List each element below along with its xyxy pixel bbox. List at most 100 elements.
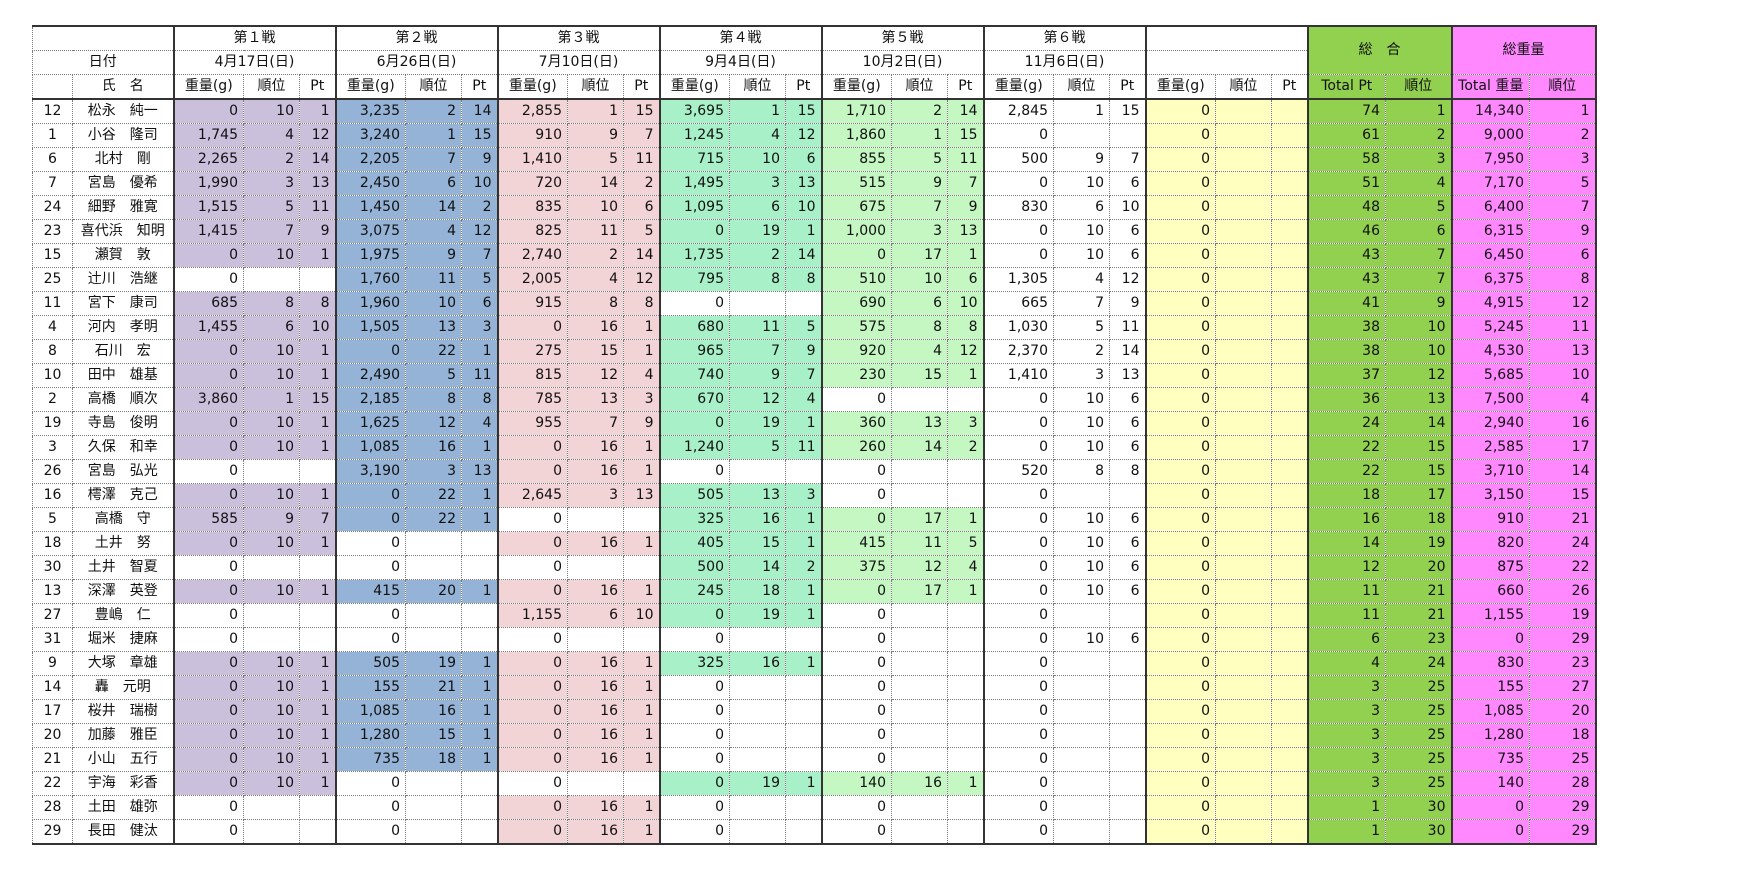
round-2-weight: 1,280: [334, 723, 406, 748]
round-7-rank: [1215, 315, 1272, 340]
name-header: 氏 名: [72, 74, 174, 100]
weight-rank: 17: [1529, 435, 1597, 460]
round-1-title: 第１戦: [172, 25, 336, 51]
round-3-weight: 2,855: [496, 98, 568, 124]
total-rank: 19: [1385, 531, 1452, 556]
player-name: 大塚 章雄: [72, 651, 174, 676]
round-1-pt: 13: [299, 171, 336, 196]
player-name: 加藤 雅臣: [72, 723, 174, 748]
total-rank: 4: [1385, 171, 1452, 196]
round-5-rank: 16: [891, 771, 948, 796]
round-6-weight: 0: [982, 507, 1054, 532]
round-2-rank: 4: [405, 219, 462, 244]
round-2-pt: [461, 771, 498, 796]
round-2-rank: [405, 555, 462, 580]
total-pt: 38: [1306, 339, 1386, 364]
total-pt: 43: [1306, 267, 1386, 292]
round-2-pt: 1: [461, 435, 498, 460]
round-1-pt: 1: [299, 339, 336, 364]
round-2-weight: 2,185: [334, 387, 406, 412]
round-3-weight: 0: [496, 507, 568, 532]
round-1-pt: [299, 795, 336, 820]
round-2-pt-header: Pt: [461, 74, 498, 100]
round-4-pt: [785, 747, 822, 772]
round-5-pt: [947, 723, 984, 748]
round-2-rank: 11: [405, 267, 462, 292]
round-4-pt: [785, 819, 822, 845]
round-7-rank: [1215, 219, 1272, 244]
round-3-weight: 955: [496, 411, 568, 436]
round-6-rank: 10: [1053, 555, 1110, 580]
round-1-weight: 0: [172, 675, 244, 700]
round-6-rank: 10: [1053, 627, 1110, 652]
total-pt: 12: [1306, 555, 1386, 580]
round-4-rank: 8: [729, 267, 786, 292]
total-rank: 25: [1385, 699, 1452, 724]
round-4-weight: 0: [658, 459, 730, 484]
round-6-weight: 0: [982, 531, 1054, 556]
round-7-pt: [1271, 723, 1308, 748]
round-4-rank: [729, 819, 786, 845]
round-3-pt: 1: [623, 723, 660, 748]
round-3-weight: 0: [496, 651, 568, 676]
round-4-rank: 18: [729, 579, 786, 604]
round-1-rank: 10: [243, 243, 300, 268]
round-7-pt: [1271, 339, 1308, 364]
round-5-weight: 0: [820, 699, 892, 724]
round-1-rank: 10: [243, 339, 300, 364]
total-rank: 1: [1385, 98, 1452, 124]
round-5-weight: 510: [820, 267, 892, 292]
round-5-weight: 0: [820, 675, 892, 700]
round-7-pt: [1271, 411, 1308, 436]
weight-total: 0: [1450, 795, 1530, 820]
round-2-rank: [405, 627, 462, 652]
round-4-weight: 1,735: [658, 243, 730, 268]
round-5-rank: 11: [891, 531, 948, 556]
table-row: 13 深澤 英登 0 10 1 415 20 1 0 16 1 245 18 1 0 17 1 0 10 6 0 11 21…: [32, 579, 1597, 604]
round-1-rank: 10: [243, 435, 300, 460]
player-name: 深澤 英登: [72, 579, 174, 604]
round-6-weight: 2,370: [982, 339, 1054, 364]
round-3-weight: 0: [496, 315, 568, 340]
round-3-rank: 16: [567, 651, 624, 676]
round-2-pt: 8: [461, 387, 498, 412]
round-5-rank: [891, 819, 948, 845]
round-6-pt: [1109, 771, 1146, 796]
round-1-pt: 1: [299, 771, 336, 796]
round-7-weight: 0: [1144, 483, 1216, 508]
round-2-rank: 18: [405, 747, 462, 772]
round-1-pt: 11: [299, 195, 336, 220]
round-2-weight: 1,760: [334, 267, 406, 292]
round-4-pt: 1: [785, 531, 822, 556]
round-3-rank: 14: [567, 171, 624, 196]
round-4-pt: [785, 723, 822, 748]
round-2-weight: 3,235: [334, 98, 406, 124]
round-6-weight: 830: [982, 195, 1054, 220]
total-rank: 30: [1385, 819, 1452, 845]
round-3-rank: 5: [567, 147, 624, 172]
round-4-pt: 1: [785, 771, 822, 796]
round-7-rank: [1215, 579, 1272, 604]
round-4-date: 9月4日(日): [658, 50, 822, 75]
round-5-rank: 4: [891, 339, 948, 364]
round-1-pt: 1: [299, 363, 336, 388]
round-7-weight: 0: [1144, 531, 1216, 556]
round-6-pt: [1109, 603, 1146, 628]
round-2-rank: 12: [405, 411, 462, 436]
round-1-rank: 9: [243, 507, 300, 532]
total-pt: 11: [1306, 603, 1386, 628]
round-6-pt: [1109, 795, 1146, 820]
round-1-rank: 2: [243, 147, 300, 172]
round-2-pt: 11: [461, 363, 498, 388]
round-7-pt: [1271, 291, 1308, 316]
round-1-rank: [243, 603, 300, 628]
round-6-title: 第６戦: [982, 25, 1146, 51]
entry-number: 24: [32, 195, 73, 220]
round-6-weight: 0: [982, 579, 1054, 604]
round-2-date: 6月26日(日): [334, 50, 498, 75]
round-5-pt: 1: [947, 579, 984, 604]
round-2-pt: 12: [461, 219, 498, 244]
weight-rank: 15: [1529, 483, 1597, 508]
round-3-weight: 720: [496, 171, 568, 196]
round-4-pt: 9: [785, 339, 822, 364]
